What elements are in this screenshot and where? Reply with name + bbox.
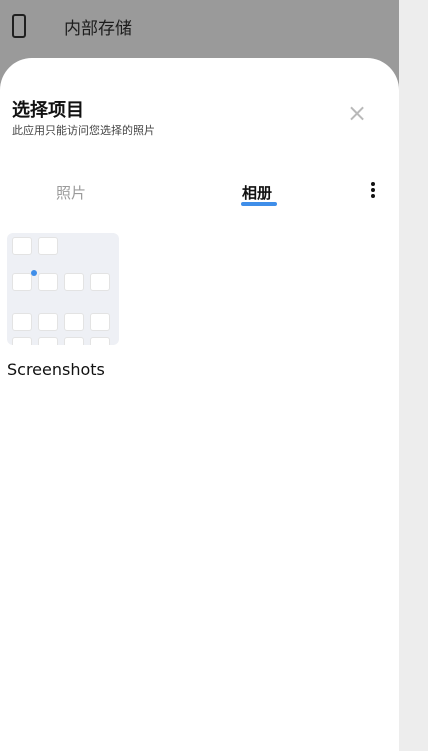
album-thumbnail[interactable] [7, 233, 119, 345]
thumbnail-tile [64, 273, 84, 291]
tab-photos[interactable]: 照片 [56, 182, 86, 203]
thumbnail-tile [38, 337, 58, 345]
thumbnail-tile [12, 313, 32, 331]
tab-albums[interactable]: 相册 [242, 182, 272, 203]
badge-icon [31, 270, 37, 276]
album-name: Screenshots [7, 360, 105, 379]
thumbnail-tile [64, 313, 84, 331]
thumbnail-tile [12, 337, 32, 345]
close-icon[interactable]: × [346, 101, 368, 125]
thumbnail-tile [90, 313, 110, 331]
thumbnail-tile [38, 313, 58, 331]
thumbnail-tile [38, 237, 58, 255]
more-vertical-icon[interactable] [365, 180, 381, 204]
thumbnail-tile [12, 237, 32, 255]
thumbnail-tile [90, 337, 110, 345]
phone-screen: 内部存储 选择项目 此应用只能访问您选择的照片 × 照片 相册 Screensh… [0, 0, 399, 751]
thumbnail-tile [90, 273, 110, 291]
thumbnail-tile [12, 273, 32, 291]
sheet-title: 选择项目 [12, 100, 84, 121]
storage-title[interactable]: 内部存储 [64, 14, 132, 39]
phone-icon [12, 14, 26, 38]
thumbnail-tile [64, 337, 84, 345]
thumbnail-tile [38, 273, 58, 291]
top-bar: 内部存储 [0, 0, 399, 58]
photo-picker-sheet: 选择项目 此应用只能访问您选择的照片 × 照片 相册 Screenshots [0, 58, 399, 751]
right-gutter [399, 0, 428, 751]
sheet-subtitle: 此应用只能访问您选择的照片 [12, 124, 155, 137]
tab-indicator [241, 202, 277, 206]
